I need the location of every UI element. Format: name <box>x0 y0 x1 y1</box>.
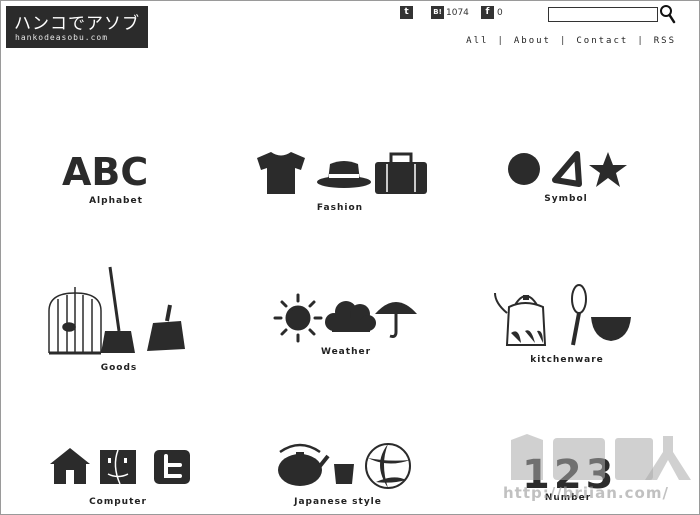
logo-url: hankodeasobu.com <box>15 33 109 42</box>
logo-title: ハンコでアソブ <box>14 14 140 34</box>
category-label: Symbol <box>544 194 588 204</box>
broom-icon <box>101 266 135 353</box>
search-input[interactable] <box>548 7 658 22</box>
triangle-icon <box>552 151 582 187</box>
bowl-icon <box>591 317 631 341</box>
watermark-url: http://briian.com/ <box>503 484 669 502</box>
symbol-stamps <box>508 151 627 187</box>
facebook-count: 0 <box>497 8 503 18</box>
suitcase-icon <box>375 152 427 194</box>
kitchenware-stamps <box>494 284 631 346</box>
nav-separator: | <box>637 36 645 46</box>
nav-rss[interactable]: RSS <box>654 36 676 46</box>
category-label: Alphabet <box>89 196 143 206</box>
nav-separator: | <box>559 36 568 46</box>
fashion-stamps <box>257 152 427 194</box>
category-label: Japanese style <box>294 497 382 507</box>
main-nav: All | About | Contact | RSS <box>466 36 676 46</box>
alphabet-stamps: ABC <box>62 150 148 194</box>
alphabet-letters: ABC <box>62 150 148 194</box>
umbrella-icon <box>375 302 417 338</box>
sun-icon <box>273 293 323 343</box>
weather-stamps <box>273 293 417 343</box>
birdcage-icon <box>48 287 102 355</box>
search-icon[interactable] <box>659 4 677 24</box>
category-label: Weather <box>320 347 372 357</box>
dustpan-icon <box>147 304 185 351</box>
category-label: kitchenware <box>530 355 604 365</box>
kettle-icon <box>494 292 547 346</box>
hat-icon <box>317 161 371 188</box>
nav-contact[interactable]: Contact <box>576 36 628 46</box>
japanese-style-stamps <box>278 443 411 489</box>
star-icon <box>589 152 627 187</box>
hatena-bookmark-icon[interactable]: B! <box>431 6 444 19</box>
nav-all[interactable]: All <box>466 36 488 46</box>
goods-stamps <box>48 266 185 355</box>
twitter-icon <box>154 450 190 484</box>
site-logo[interactable]: ハンコでアソブ hankodeasobu.com <box>6 6 148 48</box>
category-label: Goods <box>100 363 138 373</box>
hatena-count: 1074 <box>446 8 469 18</box>
finder-icon <box>100 449 136 485</box>
beach-ball-icon <box>365 443 411 489</box>
category-label: Fashion <box>316 203 364 213</box>
facebook-icon[interactable]: f <box>481 6 494 19</box>
category-label: Computer <box>89 497 147 507</box>
whisk-icon <box>571 284 587 346</box>
circle-icon <box>508 153 540 185</box>
computer-stamps <box>50 448 190 485</box>
tshirt-icon <box>257 152 305 194</box>
teapot-icon <box>278 443 330 486</box>
home-icon <box>50 448 90 484</box>
nav-separator: | <box>497 36 505 46</box>
teacup-icon <box>334 464 354 484</box>
cloud-icon <box>325 301 376 332</box>
twitter-icon[interactable]: t <box>400 6 413 19</box>
nav-about[interactable]: About <box>514 36 551 46</box>
